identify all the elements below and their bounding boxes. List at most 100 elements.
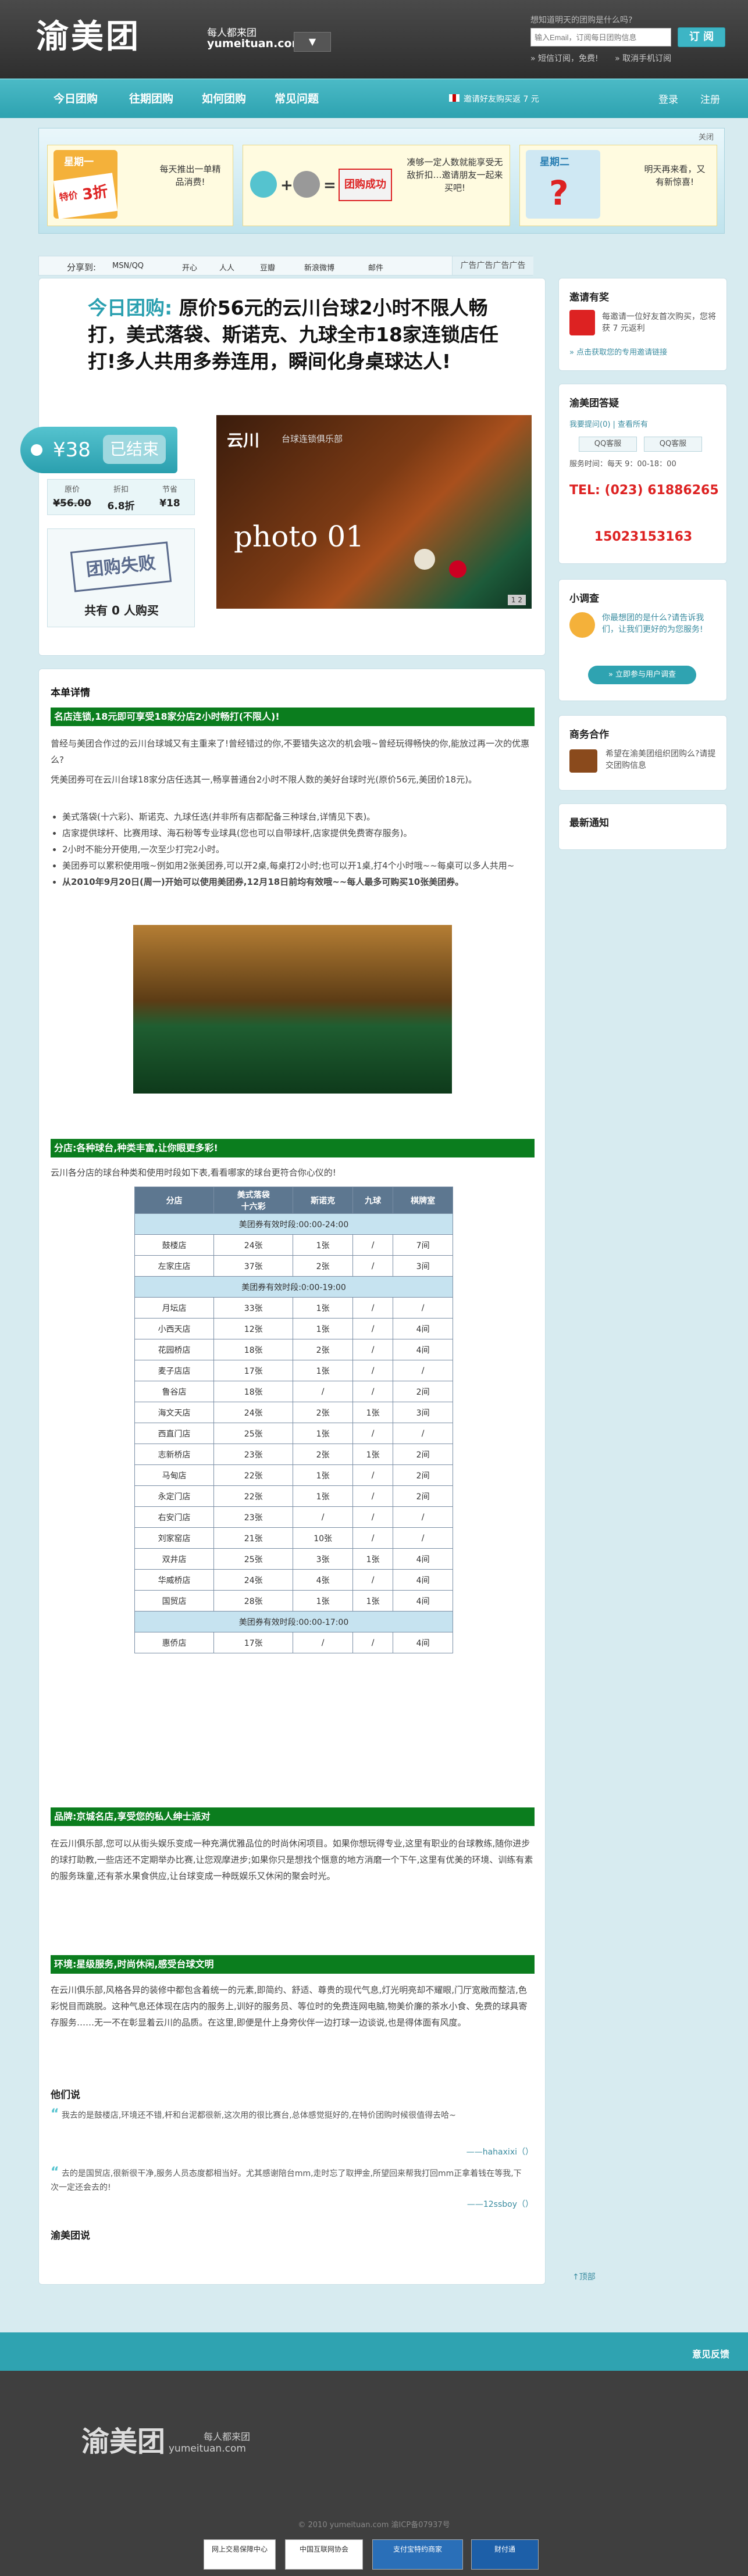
table-cell: 24张	[213, 1569, 294, 1591]
survey-button[interactable]: » 立即参与用户调查	[588, 666, 696, 684]
invite-text: 每邀请一位好友首次购买，您将获 7 元返利	[602, 312, 716, 333]
deal-photo[interactable]: 云川 台球连锁俱乐部 photo 01 1 2	[216, 415, 532, 609]
table-row: 月坛店 33张 1张 / /	[134, 1297, 453, 1319]
trust-badge[interactable]: 财付通	[471, 2539, 539, 2570]
nav-past[interactable]: 往期团购	[129, 90, 173, 106]
share-email[interactable]: 邮件	[368, 262, 383, 273]
table-cell: 12张	[213, 1318, 294, 1339]
back-to-top-link[interactable]: ↑顶部	[572, 2271, 596, 2282]
detail-paragraph: 凭美团券可在云川台球18家分店任选其一,畅享普通台2小时不限人数的美好台球时光(…	[51, 774, 478, 785]
sms-cancel-link[interactable]: » 取消手机订阅	[615, 54, 671, 63]
review-author[interactable]: ——hahaxixi（）	[434, 2146, 533, 2157]
promo-monday: 星期一 特价 3折 每天推出一单精品消费!	[47, 145, 233, 226]
footer-copyright: © 2010 yumeituan.com 渝ICP备07937号	[298, 2521, 450, 2529]
table-cell: /	[293, 1506, 353, 1528]
nav-invite-link[interactable]: 邀请好友购买返 7 元	[464, 93, 539, 105]
site-logo[interactable]: 渝美团	[36, 10, 141, 58]
table-cell: 右安门店	[134, 1506, 215, 1528]
login-link[interactable]: 登录	[658, 91, 678, 106]
group-label: 美团券有效时段:00:00-17:00	[134, 1611, 453, 1632]
table-group-row: 美团券有效时段:0:00-19:00	[134, 1276, 453, 1298]
table-cell: 华威桥店	[134, 1569, 215, 1591]
table-row: 麦子店店 17张 1张 / /	[134, 1360, 453, 1381]
promo-tuesday-text: 明天再来看，又有新惊喜!	[644, 164, 706, 187]
table-cell: 鲁谷店	[134, 1381, 215, 1402]
table-row: 右安门店 23张 / / /	[134, 1506, 453, 1528]
section-header: 环境:星级服务,时尚休闲,感受台球文明	[51, 1955, 535, 1974]
nav-faq[interactable]: 常见问题	[275, 90, 319, 106]
table-cell: 22张	[213, 1464, 294, 1486]
table-cell: 1张	[293, 1464, 353, 1486]
share-msn[interactable]: MSN/QQ	[112, 262, 144, 270]
review-author[interactable]: ——12ssboy（）	[434, 2198, 533, 2210]
table-cell: /	[352, 1527, 394, 1549]
detail-paragraph: 曾经与美团合作过的云川台球城又有主重来了!曾经错过的你,不要错失这次的机会哦~曾…	[51, 738, 530, 765]
feedback-link[interactable]: 意见反馈	[692, 2346, 729, 2360]
nav-today[interactable]: 今日团购	[54, 90, 98, 106]
discount-label: 3折	[81, 183, 109, 204]
branch-table: 分店 美式落袋 十六彩 斯诺克 九球 棋牌室 美团券有效时段:00:00-24:00 鼓楼店…	[134, 1187, 453, 1653]
share-weibo[interactable]: 新浪微博	[304, 262, 334, 273]
review-text: 去的是国贸店,很新很干净,服务人员态度都相当好。尤其感谢陪台mm,走时忘了取押金…	[51, 2169, 522, 2192]
table-row: 马甸店 22张 1张/2间	[134, 1464, 453, 1486]
table-cell: 刘家窑店	[134, 1527, 215, 1549]
register-link[interactable]: 注册	[700, 91, 720, 106]
invite-title: 邀请有奖	[569, 292, 609, 303]
qq-service-button[interactable]: QQ客服	[644, 437, 702, 452]
list-item: 美式落袋(十六彩)、斯诺克、九球任选(并非所有店都配备三种球台,详情见下表)。	[62, 809, 535, 825]
quote-icon: “	[51, 2107, 59, 2121]
promo-group: + = 团购成功 凑够一定人数就能享受无敌折扣…邀请朋友一起来买吧!	[243, 145, 510, 226]
detail-paragraph: 在云川俱乐部,您可以从街头娱乐变成一种充满优雅品位的时尚休闲项目。如果你想玩得专…	[51, 1838, 533, 1881]
share-renren[interactable]: 人人	[219, 262, 234, 273]
table-cell: 23张	[213, 1506, 294, 1528]
photo-caption: photo 01	[234, 520, 365, 553]
deal-stats: 原价 ¥56.00 折扣 6.8折 节省 ¥18	[47, 479, 195, 515]
service-hours: 服务时间：每天 9：00-18：00	[569, 460, 676, 469]
table-cell: /	[352, 1632, 394, 1653]
review-item: “ 去的是国贸店,很新很干净,服务人员态度都相当好。尤其感谢陪台mm,走时忘了取…	[51, 2166, 528, 2195]
business-text[interactable]: 希望在渝美团组织团购么?请提交团购信息	[605, 748, 716, 771]
city-dropdown-button[interactable]: ▼	[294, 32, 331, 52]
table-row: 花园桥店 18张 2张/4间	[134, 1339, 453, 1360]
share-douban[interactable]: 豆瓣	[260, 262, 275, 273]
answer-links[interactable]: 我要提问(0) | 查看所有	[569, 419, 648, 431]
photo-pager[interactable]: 1 2	[507, 595, 526, 605]
price-dot-icon	[31, 444, 42, 456]
nav-how[interactable]: 如何团购	[202, 90, 246, 106]
sms-subscribe-link[interactable]: » 短信订阅，免费!	[530, 54, 599, 63]
table-header: 九球	[352, 1187, 394, 1214]
table-cell: /	[393, 1527, 453, 1549]
share-label: 分享到:	[67, 262, 97, 273]
qq-service-button[interactable]: QQ客服	[579, 437, 637, 452]
table-header: 美式落袋 十六彩	[213, 1187, 294, 1214]
deal-today-label: 今日团购:	[88, 296, 173, 319]
table-cell: 1张	[293, 1485, 353, 1507]
stat-original: 原价 ¥56.00	[53, 485, 91, 509]
top-header: 渝美团 每人都来团 yumeituan.com ▼ 想知道明天的团购是什么吗? …	[0, 0, 748, 78]
ended-button[interactable]: 已结束	[103, 435, 166, 464]
invite-link[interactable]: » 点击获取您的专用邀请链接	[569, 347, 721, 359]
table-cell: 志新桥店	[134, 1444, 215, 1465]
promo-tuesday: 星期二 ? 明天再来看，又有新惊喜!	[519, 145, 717, 226]
table-cell: 28张	[213, 1590, 294, 1612]
subscribe-button[interactable]: 订 阅	[678, 27, 725, 47]
ad-tab[interactable]: 广告广告广告广告	[452, 256, 533, 275]
service-mobile: 15023153163	[594, 530, 693, 544]
promo-close-button[interactable]: 关闭	[699, 131, 714, 142]
email-subscribe-input[interactable]	[530, 28, 671, 47]
gift-icon	[569, 310, 595, 335]
share-kaixin[interactable]: 开心	[182, 262, 197, 273]
table-group-row: 美团券有效时段:00:00-24:00	[134, 1213, 453, 1235]
trust-badge[interactable]: 网上交易保障中心	[204, 2539, 276, 2570]
survey-title: 小调查	[569, 593, 599, 605]
table-cell: /	[352, 1234, 394, 1256]
trust-badge[interactable]: 支付宝特约商家	[372, 2539, 463, 2570]
table-cell: 18张	[213, 1339, 294, 1360]
table-cell: 4间	[393, 1632, 453, 1653]
deal-title[interactable]: 今日团购: 原价56元的云川台球2小时不限人畅打，美式落袋、斯诺克、九球全市18…	[88, 295, 518, 375]
stat-discount: 折扣 6.8折	[107, 485, 135, 512]
footer-slogan: 每人都来团	[204, 2431, 251, 2442]
table-cell: 1张	[352, 1548, 394, 1570]
trust-badge[interactable]: 中国互联网协会	[285, 2539, 363, 2570]
invite-card: 邀请有奖 每邀请一位好友首次购买，您将获 7 元返利 » 点击获取您的专用邀请链…	[558, 278, 727, 371]
